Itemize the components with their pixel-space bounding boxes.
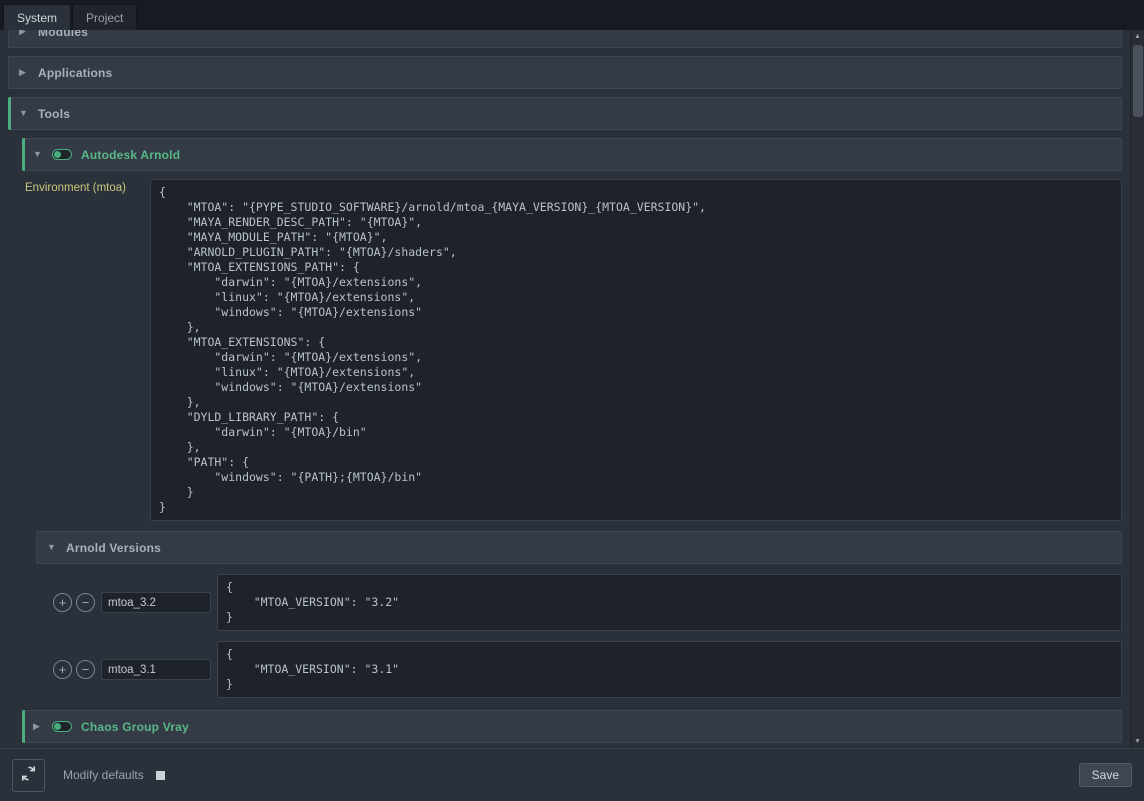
section-header-modules[interactable]: ▶ Modules <box>8 30 1122 48</box>
section-label-modules: Modules <box>38 30 88 39</box>
version-json-input[interactable]: { "MTOA_VERSION": "3.1" } <box>217 641 1122 698</box>
version-name-input[interactable] <box>101 592 211 613</box>
scroll-up-arrow[interactable]: ▲ <box>1131 30 1144 43</box>
chevron-down-icon: ▼ <box>33 150 43 159</box>
add-version-button[interactable]: + <box>53 660 72 679</box>
chevron-down-icon: ▼ <box>19 109 29 118</box>
tab-project[interactable]: Project <box>72 4 137 30</box>
environment-field-row: Environment (mtoa) { "MTOA": "{PYPE_STUD… <box>22 179 1122 521</box>
section-header-chaos-group-vray[interactable]: ▶ Chaos Group Vray <box>22 710 1122 743</box>
vertical-scrollbar[interactable]: ▲ ▼ <box>1130 30 1144 748</box>
modify-defaults-checkbox[interactable] <box>156 771 165 780</box>
section-header-tools[interactable]: ▼ Tools <box>8 97 1122 130</box>
scroll-down-arrow[interactable]: ▼ <box>1131 735 1144 748</box>
settings-content: ▶ Modules ▶ Applications ▼ Tools ▼ Autod… <box>0 30 1130 748</box>
chevron-right-icon: ▶ <box>19 68 29 77</box>
version-row: + − { "MTOA_VERSION": "3.1" } <box>53 641 1122 698</box>
arnold-section-content: Environment (mtoa) { "MTOA": "{PYPE_STUD… <box>22 179 1122 698</box>
section-header-applications[interactable]: ▶ Applications <box>8 56 1122 89</box>
save-button[interactable]: Save <box>1079 763 1132 787</box>
tab-bar: System Project <box>0 0 1144 30</box>
refresh-button[interactable] <box>12 759 45 792</box>
chevron-right-icon: ▶ <box>33 722 43 731</box>
remove-version-button[interactable]: − <box>76 660 95 679</box>
section-label-applications: Applications <box>38 66 112 80</box>
tab-system[interactable]: System <box>3 4 71 30</box>
version-row: + − { "MTOA_VERSION": "3.2" } <box>53 574 1122 631</box>
section-label-tools: Tools <box>38 107 70 121</box>
version-json-input[interactable]: { "MTOA_VERSION": "3.2" } <box>217 574 1122 631</box>
environment-label: Environment (mtoa) <box>22 179 150 521</box>
environment-json-input[interactable]: { "MTOA": "{PYPE_STUDIO_SOFTWARE}/arnold… <box>150 179 1122 521</box>
footer-bar: Modify defaults Save <box>0 748 1144 801</box>
chevron-down-icon: ▼ <box>47 543 57 552</box>
modify-defaults-label: Modify defaults <box>63 768 144 782</box>
remove-version-button[interactable]: − <box>76 593 95 612</box>
version-name-input[interactable] <box>101 659 211 680</box>
chevron-right-icon: ▶ <box>19 30 29 36</box>
vray-enabled-toggle[interactable] <box>52 721 72 732</box>
section-label-chaos-group-vray: Chaos Group Vray <box>81 720 189 734</box>
refresh-icon <box>20 765 37 785</box>
section-label-autodesk-arnold: Autodesk Arnold <box>81 148 180 162</box>
settings-window: System Project ▶ Modules ▶ Applications … <box>0 0 1144 801</box>
settings-scroll-area: ▶ Modules ▶ Applications ▼ Tools ▼ Autod… <box>0 30 1144 748</box>
section-header-autodesk-arnold[interactable]: ▼ Autodesk Arnold <box>22 138 1122 171</box>
arnold-enabled-toggle[interactable] <box>52 149 72 160</box>
toggle-knob-icon <box>54 723 61 730</box>
tools-section-content: ▼ Autodesk Arnold Environment (mtoa) { "… <box>22 138 1122 743</box>
toggle-knob-icon <box>54 151 61 158</box>
section-label-arnold-versions: Arnold Versions <box>66 541 161 555</box>
section-header-arnold-versions[interactable]: ▼ Arnold Versions <box>36 531 1122 564</box>
add-version-button[interactable]: + <box>53 593 72 612</box>
scrollbar-thumb[interactable] <box>1133 45 1143 117</box>
